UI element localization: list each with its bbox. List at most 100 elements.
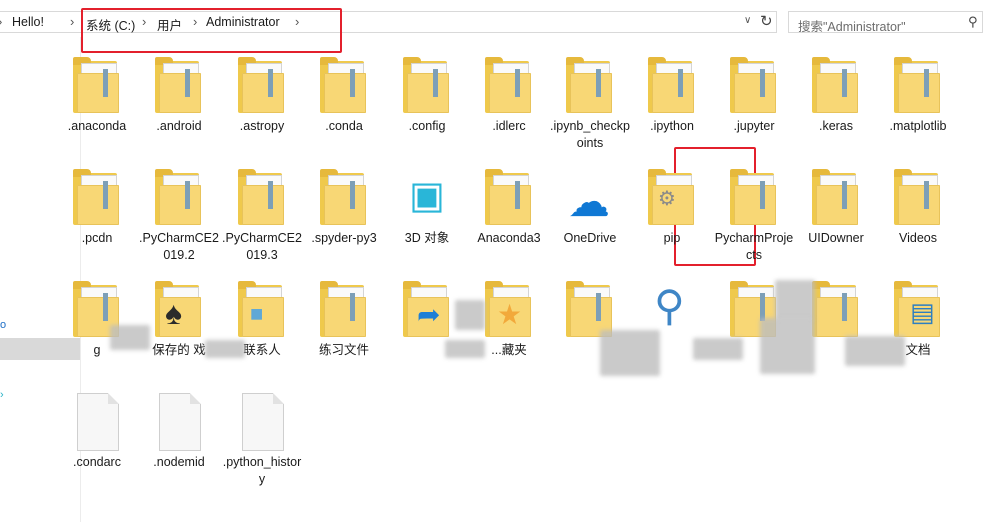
- folder-icon: [316, 55, 372, 115]
- chevron-right-icon[interactable]: ›: [142, 14, 146, 29]
- 3d-objects-icon: ▣: [399, 167, 455, 227]
- file-item-label: UIDowner: [808, 231, 864, 245]
- file-item-label: .anaconda: [67, 119, 127, 133]
- arrow-glyph: ➦: [417, 299, 441, 330]
- chevron-down-icon[interactable]: ∨: [744, 15, 751, 26]
- privacy-blur: [693, 338, 743, 360]
- cube-glyph: ▣: [409, 175, 445, 217]
- privacy-blur: [845, 336, 905, 366]
- search-placeholder: 搜索"Administrator": [798, 20, 906, 34]
- nav-item-fragment[interactable]: ›: [0, 389, 4, 401]
- file-icon: [234, 391, 290, 451]
- file-item-matplotlib[interactable]: .matplotlib: [877, 55, 959, 135]
- spade-glyph: ♠: [165, 295, 182, 331]
- links-icon: ➦: [399, 279, 455, 339]
- file-item-videos[interactable]: Videos: [877, 167, 959, 247]
- breadcrumb-folder[interactable]: Administrator: [206, 15, 280, 29]
- file-item-android[interactable]: .android: [138, 55, 220, 135]
- cloud-glyph: ☁: [568, 178, 610, 225]
- file-item-spyder-py3[interactable]: .spyder-py3: [303, 167, 385, 247]
- search-icon[interactable]: ⚲: [968, 14, 978, 30]
- file-item-label: pip: [663, 231, 681, 245]
- file-item-uidowner[interactable]: UIDowner: [795, 167, 877, 247]
- onedrive-icon: ☁: [562, 167, 618, 227]
- file-item-label: .android: [156, 119, 202, 133]
- chevron-right-icon[interactable]: ›: [70, 14, 74, 29]
- privacy-blur: [775, 280, 815, 320]
- folder-icon: [234, 167, 290, 227]
- folder-icon: [890, 167, 946, 227]
- refresh-icon[interactable]: ↻: [760, 12, 773, 30]
- file-item-idlerc[interactable]: .idlerc: [468, 55, 550, 135]
- address-bar[interactable]: › Hello! › 系统 (C:) › 用户 › Administrator …: [0, 9, 777, 35]
- file-item-ipython[interactable]: .ipython: [631, 55, 713, 135]
- gear-glyph: ⚙: [658, 188, 676, 210]
- privacy-blur: [600, 330, 660, 376]
- breadcrumb-root[interactable]: Hello!: [12, 15, 44, 29]
- file-item-label: .matplotlib: [889, 119, 947, 133]
- folder-icon: [151, 167, 207, 227]
- file-item-pycharmprojects[interactable]: PycharmProjects: [713, 167, 795, 264]
- file-item-label: PycharmProjects: [714, 231, 794, 262]
- star-glyph: ★: [497, 299, 523, 330]
- chevron-right-icon[interactable]: ›: [0, 14, 2, 29]
- folder-icon: [808, 55, 864, 115]
- folder-icon: [69, 55, 125, 115]
- file-item-item-25[interactable]: 练习文件: [303, 279, 385, 359]
- file-item-pcdn[interactable]: .pcdn: [56, 167, 138, 247]
- folder-icon: [644, 55, 700, 115]
- folder-icon: [890, 55, 946, 115]
- file-item-label: .PyCharmCE2019.3: [222, 231, 302, 262]
- file-item-label: .keras: [818, 119, 854, 133]
- privacy-blur: [445, 340, 485, 358]
- file-item-label: .python_history: [222, 455, 302, 486]
- file-item-label: .astropy: [239, 119, 285, 133]
- folder-icon: [151, 55, 207, 115]
- folder-icon: [399, 55, 455, 115]
- file-item-label: .idlerc: [492, 119, 526, 133]
- folder-icon: [316, 279, 372, 339]
- file-item-jupyter[interactable]: .jupyter: [713, 55, 795, 135]
- file-item-config[interactable]: .config: [386, 55, 468, 135]
- file-icon: [69, 391, 125, 451]
- folder-icon: [726, 167, 782, 227]
- person-glyph: ■: [250, 301, 264, 326]
- file-item-label: .PyCharmCE2019.2: [139, 231, 219, 262]
- file-item-label: .pcdn: [81, 231, 113, 245]
- file-item-label: .config: [408, 119, 446, 133]
- file-item-nodemid[interactable]: .nodemid: [138, 391, 220, 471]
- saved-games-icon: ♠: [151, 279, 207, 339]
- file-item-keras[interactable]: .keras: [795, 55, 877, 135]
- file-item-python-history[interactable]: .python_history: [221, 391, 303, 488]
- file-item-pycharmce2019-2[interactable]: .PyCharmCE2019.2: [138, 167, 220, 264]
- nav-item-fragment[interactable]: o: [0, 319, 6, 331]
- chevron-right-icon[interactable]: ›: [193, 14, 197, 29]
- folder-icon: [69, 167, 125, 227]
- privacy-blur: [110, 325, 150, 350]
- folder-icon: [316, 167, 372, 227]
- file-item-anaconda[interactable]: .anaconda: [56, 55, 138, 135]
- file-item-conda[interactable]: .conda: [303, 55, 385, 135]
- file-item-label: 练习文件: [318, 343, 369, 357]
- file-item-astropy[interactable]: .astropy: [221, 55, 303, 135]
- file-item-label: .ipython: [650, 119, 694, 133]
- contacts-icon: ■: [234, 279, 290, 339]
- file-item-condarc[interactable]: .condarc: [56, 391, 138, 471]
- file-item-onedrive[interactable]: ☁ OneDrive: [549, 167, 631, 247]
- file-item-pycharmce2019-3[interactable]: .PyCharmCE2019.3: [221, 167, 303, 264]
- file-item-pip[interactable]: ⚙ pip: [631, 167, 713, 247]
- file-item-label: 3D 对象: [404, 231, 450, 245]
- privacy-blur: [205, 340, 245, 358]
- breadcrumb-drive[interactable]: 系统 (C:): [86, 15, 135, 34]
- file-item-3d[interactable]: ▣ 3D 对象: [386, 167, 468, 247]
- file-item-label: Videos: [899, 231, 937, 245]
- search-box[interactable]: 搜索"Administrator" ⚲: [788, 11, 983, 34]
- magnifier-glyph: ⚲: [654, 282, 685, 329]
- file-item-label: .ipynb_checkpoints: [550, 119, 630, 150]
- file-item-anaconda3[interactable]: Anaconda3: [468, 167, 550, 247]
- folder-icon: [726, 55, 782, 115]
- chevron-right-icon[interactable]: ›: [295, 14, 299, 29]
- file-item-ipynb-checkpoints[interactable]: .ipynb_checkpoints: [549, 55, 631, 152]
- breadcrumb-users[interactable]: 用户: [157, 15, 182, 34]
- file-item-label: .jupyter: [733, 119, 775, 133]
